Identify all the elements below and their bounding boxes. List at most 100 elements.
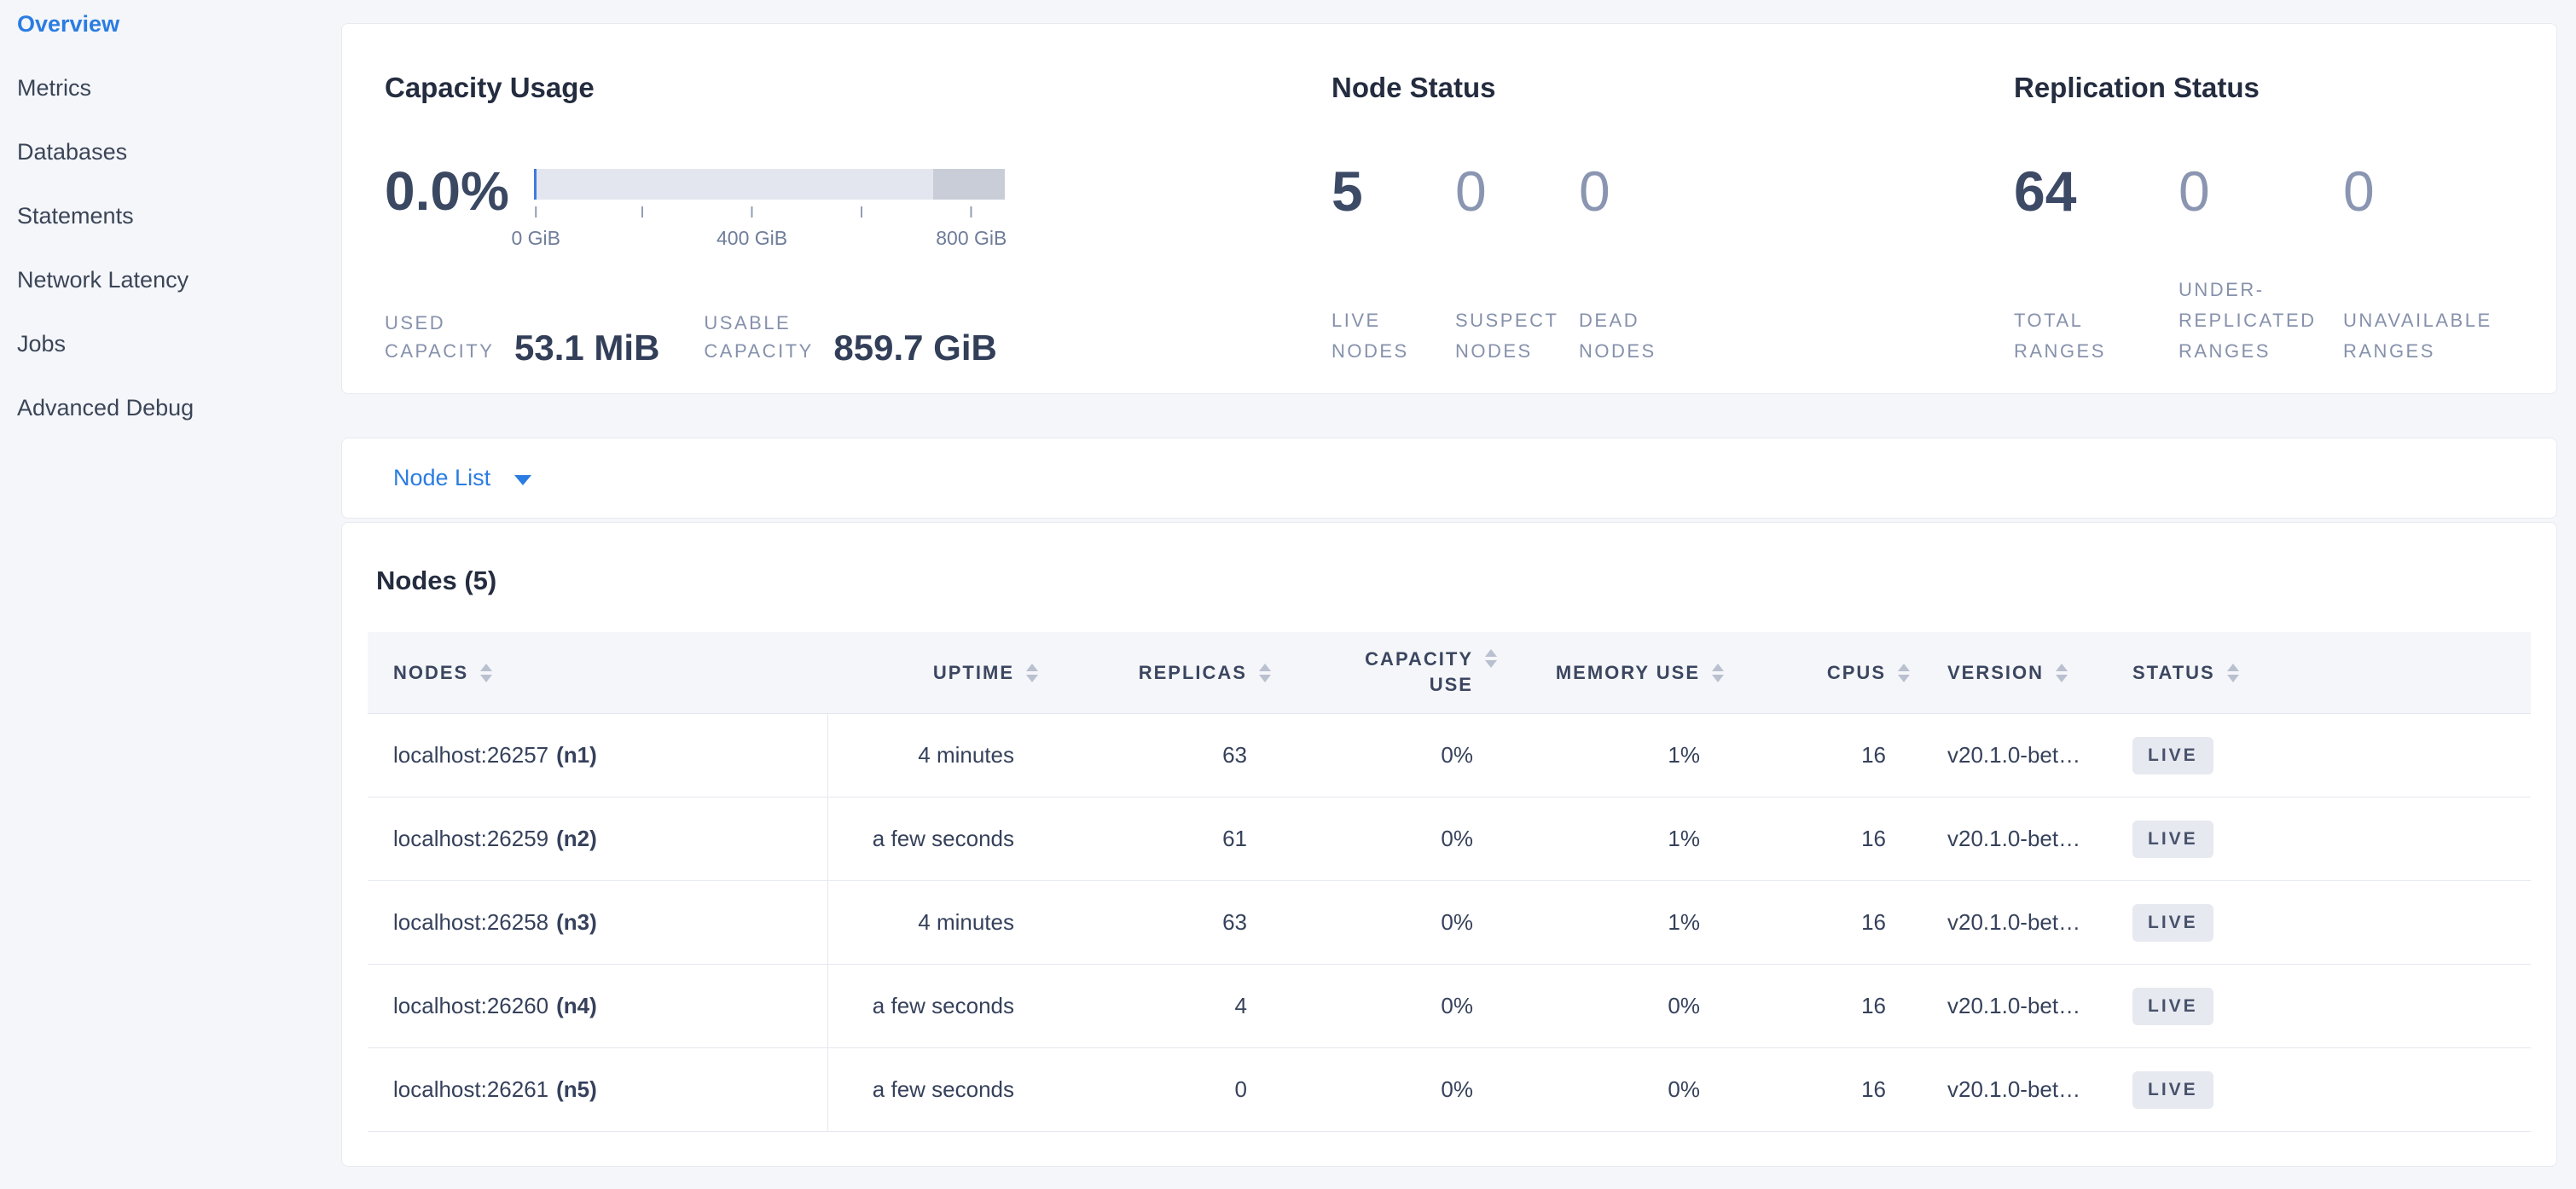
axis-tick-label: 400 GiB — [717, 227, 787, 250]
node-address: localhost:26260 — [393, 993, 548, 1019]
status-badge: LIVE — [2132, 1071, 2213, 1109]
sidebar-item[interactable]: Jobs — [17, 331, 334, 357]
capacity-use-cell: 0% — [1271, 965, 1497, 1047]
sidebar-nav: Overview Metrics Databases Statements Ne… — [0, 11, 334, 459]
column-header-memory-use[interactable]: MEMORY USE — [1497, 632, 1724, 713]
stat-label: SUSPECT NODES — [1455, 305, 1579, 367]
nodes-table-card: Nodes (5) NODES UPTIME REPLICAS — [341, 522, 2557, 1167]
sort-icon — [1485, 649, 1497, 668]
node-status-stat: 5 LIVE NODES — [1332, 169, 1455, 367]
stat-label-wrap: SUSPECT NODES — [1455, 273, 1579, 367]
column-header-uptime[interactable]: UPTIME — [828, 632, 1038, 713]
node-address: localhost:26261 — [393, 1076, 548, 1103]
stat-label-wrap: DEAD NODES — [1579, 273, 1703, 367]
capacity-stat: USABLE CAPACITY 859.7 GiB — [704, 309, 996, 365]
stat-label-wrap: UNAVAILABLE RANGES — [2343, 273, 2508, 367]
column-header-status[interactable]: STATUS — [2107, 632, 2531, 713]
stat-value: 0 — [2343, 169, 2508, 213]
capacity-stat-label: USABLE CAPACITY — [704, 309, 816, 365]
capacity-gauge: 0.0% 0 GiB — [385, 169, 1332, 266]
capacity-bar-used-segment — [534, 169, 537, 200]
status-cell: LIVE — [2107, 714, 2531, 797]
axis-tick-label: 800 GiB — [936, 227, 1007, 250]
status-badge: LIVE — [2132, 821, 2213, 858]
replication-stat: 0 UNDER-REPLICATED RANGES — [2179, 169, 2343, 367]
capacity-stat-value: 53.1 MiB — [514, 331, 659, 365]
replication-status-stats: 64 TOTAL RANGES 0 UNDER-REPLICATED RANGE… — [2014, 169, 2556, 367]
sort-icon — [1026, 664, 1038, 682]
capacity-bar-area: 0 GiB 400 GiB — [534, 169, 1005, 266]
replicas-cell: 63 — [1038, 714, 1271, 797]
node-address-cell: localhost:26259 (n2) — [368, 798, 828, 880]
cpus-cell: 16 — [1724, 714, 1910, 797]
replicas-cell: 61 — [1038, 798, 1271, 880]
axis-tick-label: 0 GiB — [511, 227, 560, 250]
node-address: localhost:26259 — [393, 826, 548, 852]
column-header-version[interactable]: VERSION — [1910, 632, 2107, 713]
stat-label: LIVE NODES — [1332, 305, 1455, 367]
stat-label-wrap: UNDER-REPLICATED RANGES — [2179, 273, 2343, 367]
column-header-cpus[interactable]: CPUS — [1724, 632, 1910, 713]
sidebar-item[interactable]: Databases — [17, 139, 334, 165]
node-address: localhost:26257 — [393, 742, 548, 768]
sidebar-item[interactable]: Overview — [17, 11, 334, 37]
stat-value: 64 — [2014, 169, 2179, 213]
version-cell: v20.1.0-bet… — [1910, 1048, 2107, 1131]
axis-tick-mark — [535, 206, 537, 218]
node-id: (n3) — [556, 909, 597, 936]
column-header-capacity-use[interactable]: CAPACITY USE — [1271, 632, 1497, 713]
sort-icon — [1259, 664, 1271, 682]
sidebar-item[interactable]: Statements — [17, 203, 334, 229]
stat-label: DEAD NODES — [1579, 305, 1703, 367]
sidebar-item[interactable]: Metrics — [17, 75, 334, 101]
capacity-use-cell: 0% — [1271, 881, 1497, 964]
uptime-cell: a few seconds — [828, 965, 1038, 1047]
table-row: localhost:26258 (n3) 4 minutes 63 0% 1% … — [368, 881, 2531, 965]
column-header-nodes[interactable]: NODES — [368, 632, 828, 713]
node-status-stat: 0 SUSPECT NODES — [1455, 169, 1579, 367]
version-cell: v20.1.0-bet… — [1910, 881, 2107, 964]
status-badge: LIVE — [2132, 904, 2213, 942]
node-address-cell: localhost:26257 (n1) — [368, 714, 828, 797]
capacity-stats: USED CAPACITY 53.1 MiB USABLE CAPACITY 8… — [385, 309, 1332, 365]
sort-icon — [2056, 664, 2068, 682]
cpus-cell: 16 — [1724, 881, 1910, 964]
memory-use-cell: 1% — [1497, 714, 1724, 797]
stat-value: 5 — [1332, 169, 1455, 213]
table-body: localhost:26257 (n1) 4 minutes 63 0% 1% … — [368, 714, 2531, 1132]
capacity-stat-value: 859.7 GiB — [833, 331, 996, 365]
cluster-overview-page: Overview Metrics Databases Statements Ne… — [0, 0, 2576, 1189]
replicas-cell: 4 — [1038, 965, 1271, 1047]
node-address-cell: localhost:26261 (n5) — [368, 1048, 828, 1131]
node-address-cell: localhost:26258 (n3) — [368, 881, 828, 964]
uptime-cell: 4 minutes — [828, 714, 1038, 797]
node-list-dropdown[interactable]: Node List — [341, 438, 2557, 519]
node-id: (n1) — [556, 742, 597, 768]
sidebar-item[interactable]: Advanced Debug — [17, 395, 334, 420]
uptime-cell: 4 minutes — [828, 881, 1038, 964]
replication-stat: 64 TOTAL RANGES — [2014, 169, 2179, 367]
replicas-cell: 63 — [1038, 881, 1271, 964]
table-row: localhost:26257 (n1) 4 minutes 63 0% 1% … — [368, 714, 2531, 798]
table-row: localhost:26259 (n2) a few seconds 61 0%… — [368, 798, 2531, 881]
axis-tick — [861, 206, 862, 227]
replication-status-section: Replication Status 64 TOTAL RANGES 0 — [2014, 24, 2556, 393]
sidebar-item[interactable]: Network Latency — [17, 267, 334, 293]
status-cell: LIVE — [2107, 881, 2531, 964]
capacity-use-cell: 0% — [1271, 1048, 1497, 1131]
axis-tick: 0 GiB — [511, 206, 560, 250]
status-badge: LIVE — [2132, 988, 2213, 1025]
capacity-stat-label: USED CAPACITY — [385, 309, 497, 365]
table-header-row: NODES UPTIME REPLICAS CAPACITY USE — [368, 632, 2531, 714]
capacity-bar-track — [534, 169, 1005, 200]
memory-use-cell: 1% — [1497, 881, 1724, 964]
column-header-replicas[interactable]: REPLICAS — [1038, 632, 1271, 713]
version-cell: v20.1.0-bet… — [1910, 714, 2107, 797]
sort-icon — [480, 664, 492, 682]
cluster-summary-card: Capacity Usage 0.0% — [341, 23, 2557, 394]
node-id: (n5) — [556, 1076, 597, 1103]
node-id: (n4) — [556, 993, 597, 1019]
node-id: (n2) — [556, 826, 597, 852]
replicas-cell: 0 — [1038, 1048, 1271, 1131]
capacity-usage-title: Capacity Usage — [385, 73, 1332, 102]
